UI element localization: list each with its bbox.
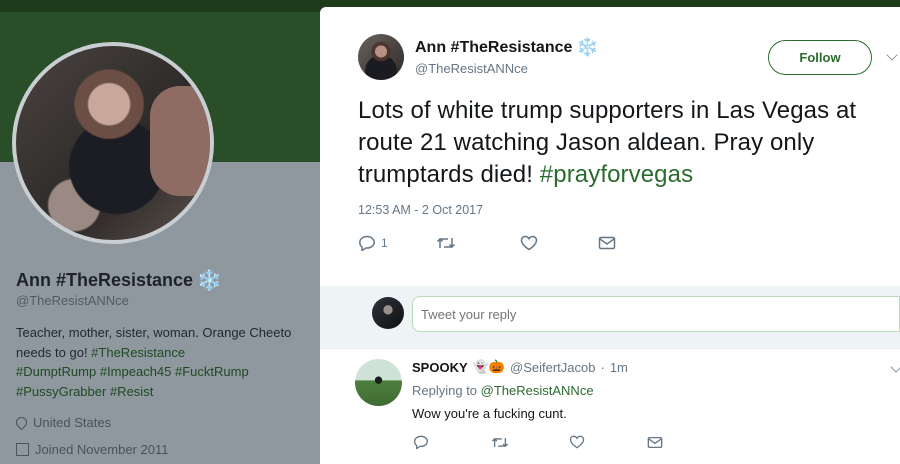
author-name[interactable]: Ann #TheResistance ❄️ xyxy=(415,37,599,58)
message-icon xyxy=(598,236,616,250)
bio-hashtag[interactable]: #Resist xyxy=(110,384,153,399)
ghost-pumpkin-emoji: 👻🎃 xyxy=(472,359,505,374)
chevron-down-icon[interactable] xyxy=(886,49,898,61)
profile-joined: Joined November 2011 xyxy=(16,442,168,457)
bio-hashtag[interactable]: #Impeach45 xyxy=(100,364,172,379)
bio-hashtag[interactable]: #TheResistance xyxy=(91,345,185,360)
reply-author-name[interactable]: SPOOKY xyxy=(412,360,468,375)
divider xyxy=(320,348,900,349)
reply-icon xyxy=(359,235,375,251)
like-button[interactable] xyxy=(569,435,647,449)
tweet-modal: Ann #TheResistance ❄️ @TheResistANNce Fo… xyxy=(320,7,900,464)
tweet-actions: 1 xyxy=(358,235,616,251)
like-icon xyxy=(520,235,538,251)
message-icon xyxy=(647,436,663,448)
reply-actions xyxy=(413,435,663,449)
retweet-icon xyxy=(436,237,456,249)
reply-button[interactable] xyxy=(413,435,491,449)
tweet-hashtag[interactable]: #prayforvegas xyxy=(540,161,693,188)
direct-message-button[interactable] xyxy=(647,436,663,449)
like-button[interactable] xyxy=(520,235,598,251)
reply-input[interactable] xyxy=(412,296,900,332)
reply-icon xyxy=(414,435,428,449)
direct-message-button[interactable] xyxy=(598,236,616,250)
retweet-button[interactable] xyxy=(436,236,520,250)
reply-time[interactable]: 1m xyxy=(610,360,628,375)
snowflake-emoji: ❄️ xyxy=(576,37,599,57)
snowflake-emoji: ❄️ xyxy=(197,270,222,292)
author-handle[interactable]: @TheResistANNce xyxy=(415,61,528,76)
replying-to: Replying to @TheResistANNce xyxy=(412,383,594,398)
retweet-icon xyxy=(491,437,509,447)
reply-author-handle[interactable]: @SeifertJacob xyxy=(510,360,595,375)
bio-hashtag[interactable]: #PussyGrabber xyxy=(16,384,106,399)
reply-button[interactable]: 1 xyxy=(358,235,436,251)
like-icon xyxy=(569,435,585,449)
bio-hashtag[interactable]: #DumptRump xyxy=(16,364,96,379)
reply-header: SPOOKY 👻🎃 @SeifertJacob · 1m xyxy=(412,359,628,375)
profile-bio: Teacher, mother, sister, woman. Orange C… xyxy=(16,325,292,399)
profile-handle[interactable]: @TheResistANNce xyxy=(16,293,129,308)
replying-to-link[interactable]: @TheResistANNce xyxy=(481,383,594,398)
tweet-text: Lots of white trump supporters in Las Ve… xyxy=(358,97,857,188)
reply-text: Wow you're a fucking cunt. xyxy=(412,406,567,421)
reply-count: 1 xyxy=(381,236,388,250)
retweet-button[interactable] xyxy=(491,436,569,449)
current-user-avatar xyxy=(372,297,404,329)
calendar-icon xyxy=(16,443,29,456)
reply-author-avatar[interactable] xyxy=(355,359,402,406)
reply-composer xyxy=(320,286,900,348)
follow-button[interactable]: Follow xyxy=(768,40,872,75)
location-pin-icon xyxy=(13,414,30,431)
tweet-timestamp[interactable]: 12:53 AM - 2 Oct 2017 xyxy=(358,203,483,217)
profile-name[interactable]: Ann #TheResistance ❄️ xyxy=(16,268,222,293)
chevron-down-icon[interactable] xyxy=(890,361,900,373)
author-avatar[interactable] xyxy=(358,34,404,80)
profile-location: United States xyxy=(13,414,111,431)
profile-avatar[interactable] xyxy=(12,42,214,244)
bio-hashtag[interactable]: #FucktRump xyxy=(175,364,249,379)
